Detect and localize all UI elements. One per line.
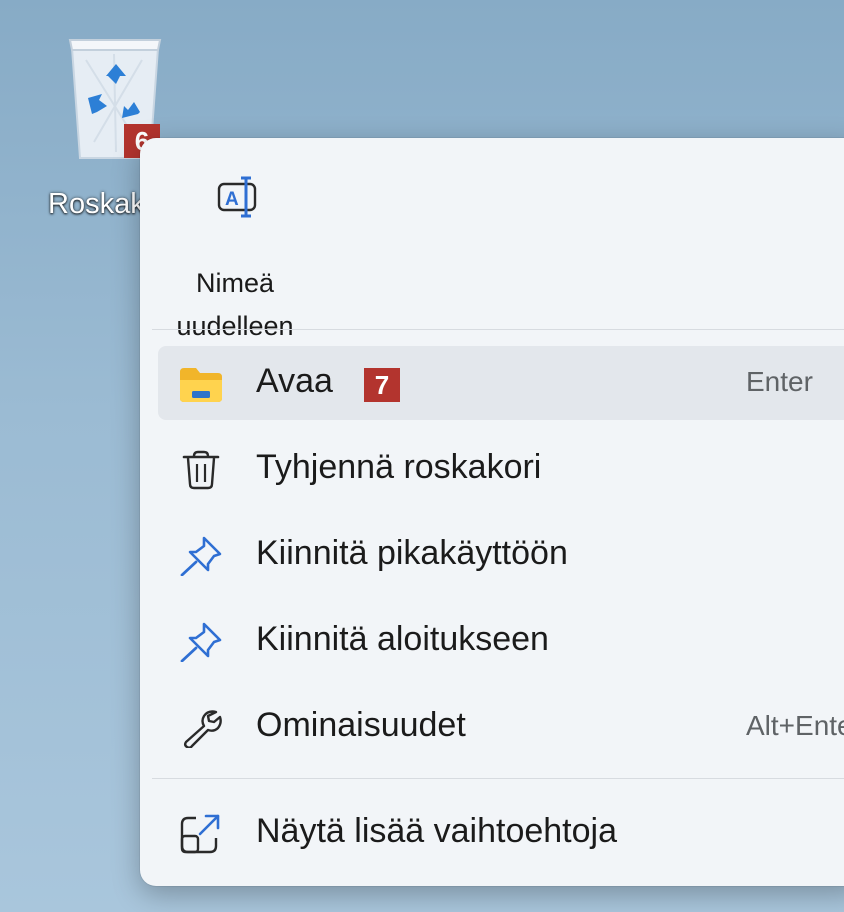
context-menu: A Nimeä uudelleen Avaa 7 Enter Tyhjennä … bbox=[140, 138, 844, 886]
pin-icon bbox=[180, 536, 222, 576]
menu-item-show-more-options-label: Näytä lisää vaihtoehtoja bbox=[256, 812, 618, 850]
desktop-recycle-bin[interactable]: Roskakori bbox=[22, 22, 177, 220]
rename-label-line1: Nimeä bbox=[195, 268, 275, 298]
rename-label-line2: uudelleen bbox=[176, 311, 294, 341]
open-external-icon bbox=[180, 814, 220, 854]
menu-item-show-more-options[interactable]: Näytä lisää vaihtoehtoja bbox=[158, 796, 844, 870]
rename-label: Nimeä uudelleen bbox=[150, 262, 320, 348]
menu-item-open-shortcut: Enter bbox=[746, 366, 813, 397]
context-menu-top-actions: A Nimeä uudelleen bbox=[140, 138, 844, 341]
menu-item-properties-label: Ominaisuudet bbox=[256, 706, 466, 744]
menu-item-properties-shortcut: Alt+Enter bbox=[746, 710, 844, 741]
wrench-icon bbox=[184, 710, 222, 748]
menu-item-empty-recycle-bin-label: Tyhjennä roskakori bbox=[256, 448, 542, 486]
step-marker-7: 7 bbox=[364, 368, 400, 402]
menu-item-open-label: Avaa bbox=[256, 362, 333, 400]
menu-item-pin-start-label: Kiinnitä aloitukseen bbox=[256, 620, 549, 658]
folder-icon bbox=[180, 368, 222, 402]
rename-icon: A bbox=[217, 176, 257, 218]
menu-divider bbox=[152, 778, 844, 779]
rename-button[interactable]: A Nimeä uudelleen bbox=[150, 168, 310, 341]
menu-item-open[interactable]: Avaa 7 Enter bbox=[158, 346, 844, 420]
menu-item-pin-start[interactable]: Kiinnitä aloitukseen bbox=[158, 604, 844, 678]
menu-divider bbox=[152, 329, 844, 330]
menu-item-pin-quick-access[interactable]: Kiinnitä pikakäyttöön bbox=[158, 518, 844, 592]
menu-item-pin-quick-access-label: Kiinnitä pikakäyttöön bbox=[256, 534, 568, 572]
menu-item-properties[interactable]: Ominaisuudet Alt+Enter bbox=[158, 690, 844, 764]
menu-item-empty-recycle-bin[interactable]: Tyhjennä roskakori bbox=[158, 432, 844, 506]
pin-icon bbox=[180, 622, 222, 662]
svg-text:A: A bbox=[225, 189, 239, 210]
trash-icon bbox=[182, 450, 220, 490]
